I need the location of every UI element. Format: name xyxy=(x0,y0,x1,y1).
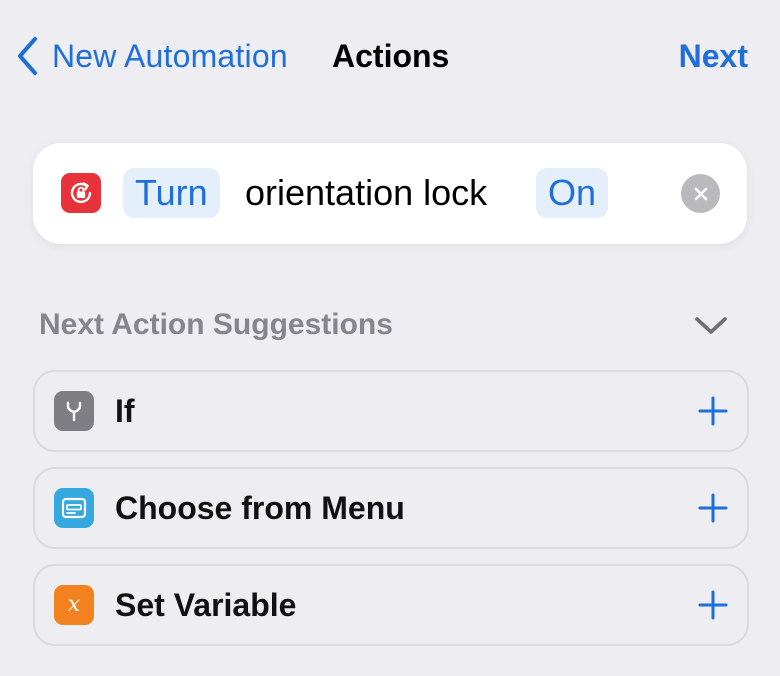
add-icon[interactable] xyxy=(698,493,728,523)
turn-parameter-token[interactable]: Turn xyxy=(123,168,220,218)
suggestion-label: Choose from Menu xyxy=(115,490,405,526)
suggestion-label: If xyxy=(115,393,135,429)
suggestion-item-if[interactable]: If xyxy=(33,370,749,452)
add-icon[interactable] xyxy=(698,590,728,620)
chevron-down-icon[interactable] xyxy=(693,312,729,338)
page-title: Actions xyxy=(332,38,450,74)
navigation-bar: New Automation Actions Next xyxy=(0,0,780,110)
action-description: orientation lock xyxy=(245,172,488,213)
suggestion-label: Set Variable xyxy=(115,587,297,623)
branch-icon xyxy=(54,391,94,431)
back-button-label: New Automation xyxy=(52,37,288,74)
remove-action-button[interactable] xyxy=(681,174,720,213)
state-parameter-token[interactable]: On xyxy=(536,168,609,218)
add-icon[interactable] xyxy=(698,396,728,426)
suggestions-header: Next Action Suggestions xyxy=(39,308,393,341)
orientation-lock-icon xyxy=(61,173,101,213)
menu-icon xyxy=(54,488,94,528)
variable-x-icon: x xyxy=(54,585,94,625)
chevron-left-icon xyxy=(18,37,37,75)
suggestion-item-set-variable[interactable]: x Set Variable xyxy=(33,564,749,646)
close-icon xyxy=(694,187,707,200)
suggestion-item-choose-from-menu[interactable]: Choose from Menu xyxy=(33,467,749,549)
action-card-orientation-lock[interactable]: Turn orientation lock On xyxy=(33,143,747,244)
next-button[interactable]: Next xyxy=(679,34,748,78)
back-button[interactable]: New Automation xyxy=(16,34,288,78)
